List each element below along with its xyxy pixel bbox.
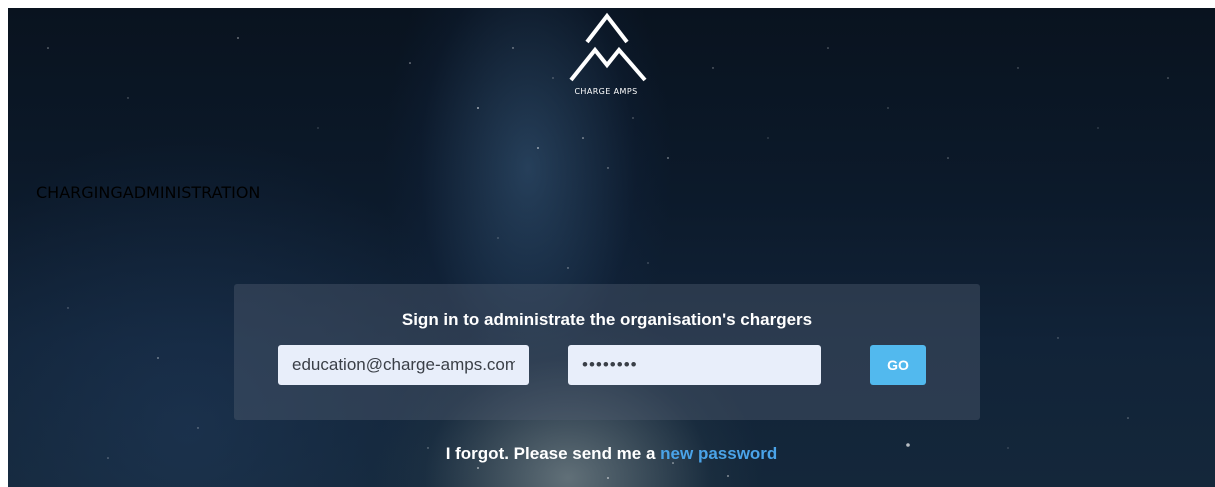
title-light: CHARGING <box>36 183 123 202</box>
new-password-link[interactable]: new password <box>660 444 777 463</box>
login-title: Sign in to administrate the organisation… <box>401 310 813 329</box>
forgot-text: I forgot. Please send me a <box>445 444 661 463</box>
login-panel: Sign in to administrate the organisation… <box>234 284 980 420</box>
go-button[interactable]: GO <box>870 345 926 385</box>
login-page: CHARGE AMPS CHARGINGADMINISTRATION Sign … <box>8 8 1215 487</box>
email-field[interactable] <box>278 345 529 385</box>
logo-text: CHARGE AMPS <box>574 87 638 96</box>
page-title: CHARGINGADMINISTRATION <box>36 183 1186 263</box>
title-bold: ADMINISTRATION <box>122 183 261 202</box>
forgot-password-text: I forgot. Please send me a new password <box>8 444 1215 464</box>
password-field[interactable] <box>568 345 821 385</box>
charge-amps-logo-icon <box>569 12 647 82</box>
